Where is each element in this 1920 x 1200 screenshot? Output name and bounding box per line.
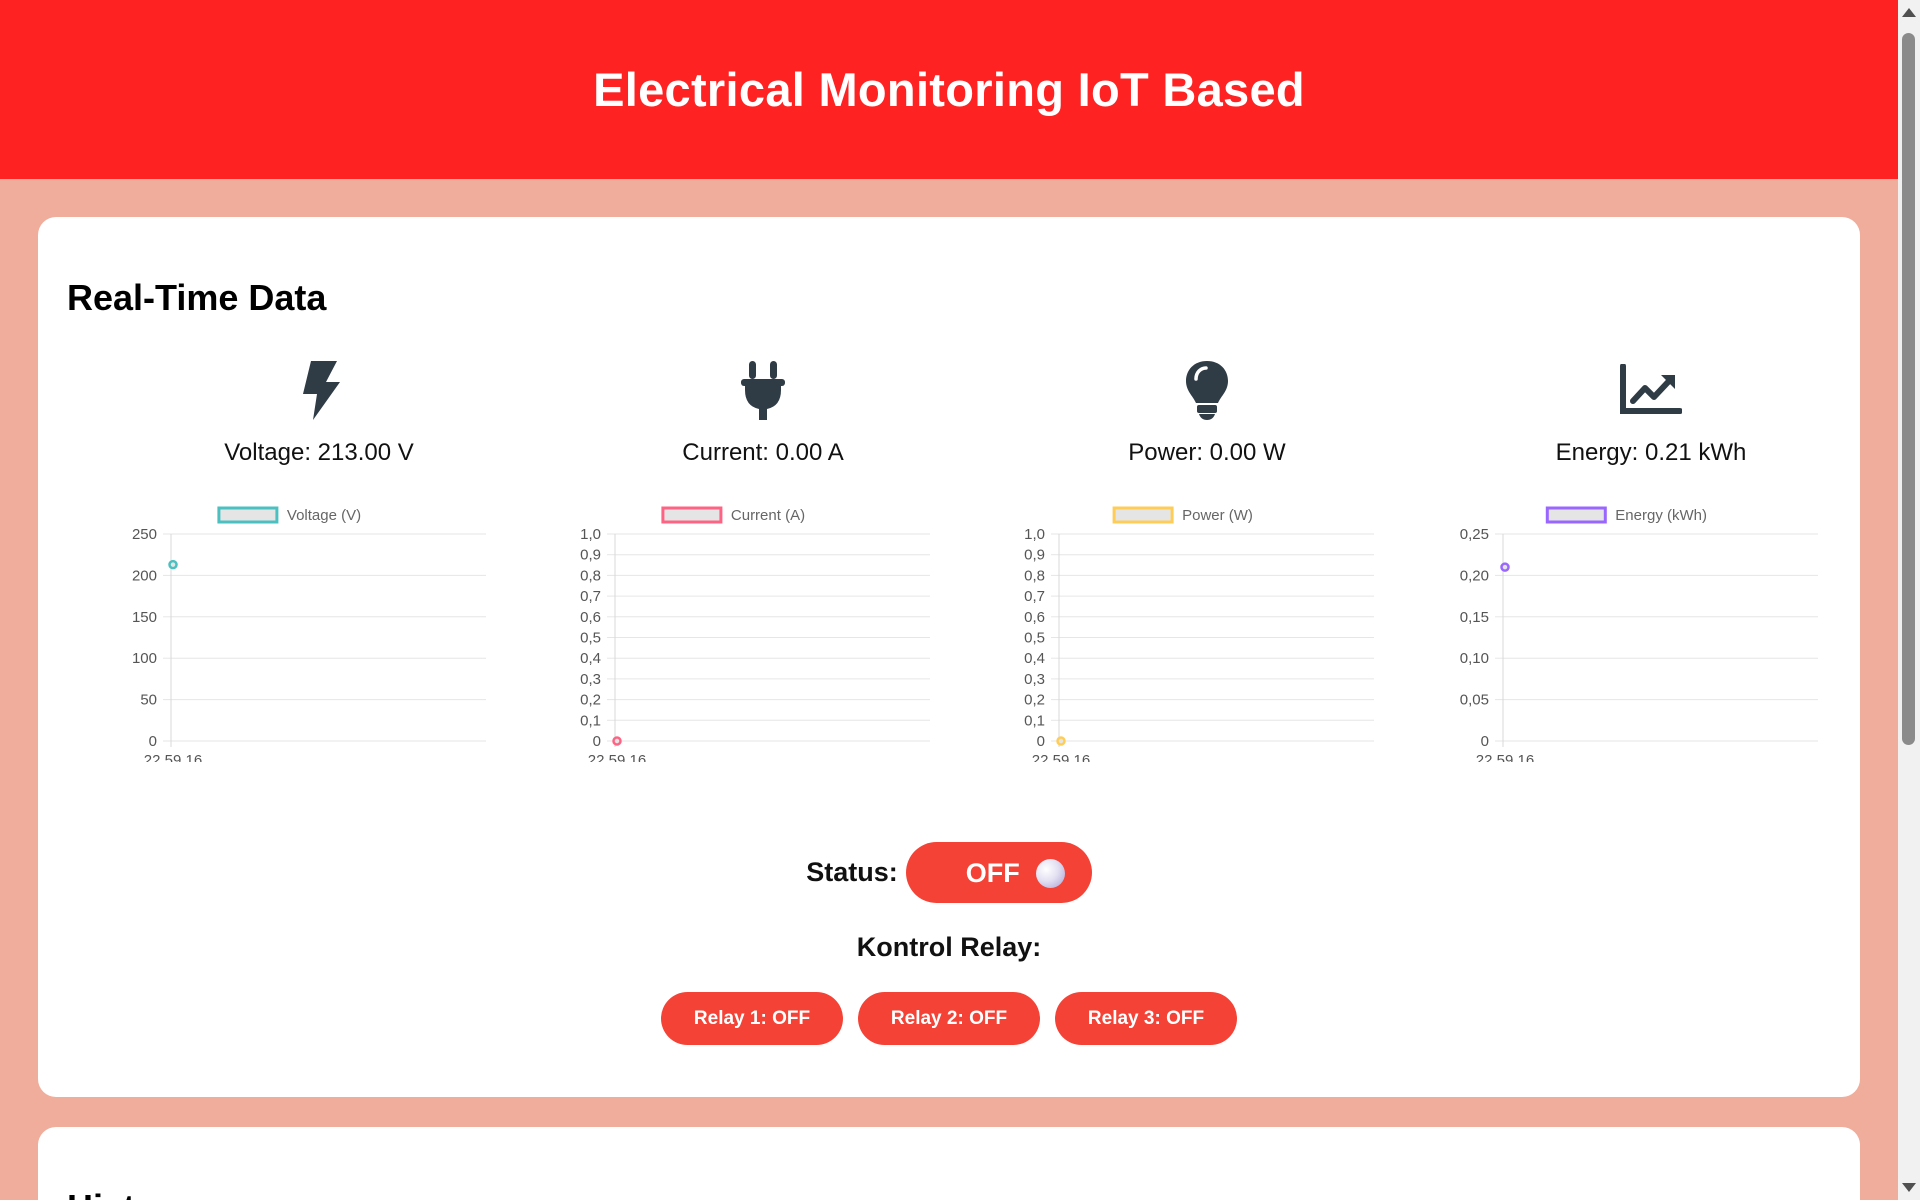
data-point[interactable] bbox=[612, 736, 622, 746]
y-tick-label: 0,5 bbox=[580, 630, 601, 647]
y-tick-label: 0,3 bbox=[580, 671, 601, 688]
app-header: Electrical Monitoring IoT Based bbox=[0, 0, 1898, 179]
legend-label[interactable]: Current (A) bbox=[731, 507, 805, 524]
status-value: OFF bbox=[965, 858, 1020, 888]
y-tick-label: 0,3 bbox=[1024, 671, 1045, 688]
y-tick-label: 0,7 bbox=[580, 588, 601, 605]
relay-buttons: Relay 1: OFF Relay 2: OFF Relay 3: OFF bbox=[38, 992, 1860, 1045]
relay-2-button[interactable]: Relay 2: OFF bbox=[858, 992, 1040, 1045]
y-tick-label: 1,0 bbox=[580, 526, 601, 543]
y-tick-label: 200 bbox=[132, 567, 157, 584]
y-tick-label: 0 bbox=[1481, 733, 1489, 750]
y-tick-label: 0,1 bbox=[1024, 712, 1045, 729]
chart-svg: Power (W) 0 0,1 0,2 0,3 0,4 0,5 0,6 0,7 0,8 0,9 1,0… bbox=[1024, 506, 1374, 769]
relay-title: Kontrol Relay: bbox=[856, 932, 1042, 962]
y-tick-label: 0 bbox=[149, 733, 157, 750]
energy-value: Energy: 0.21 kWh bbox=[1555, 439, 1747, 466]
legend-swatch[interactable] bbox=[661, 506, 723, 524]
legend: Current (A) bbox=[661, 506, 805, 524]
current-metric: Current: 0.00 A bbox=[541, 357, 985, 467]
y-tick-label: 1,0 bbox=[1024, 526, 1045, 543]
y-tick-label: 0,10 bbox=[1460, 650, 1489, 667]
y-tick-label: 100 bbox=[132, 650, 157, 667]
y-tick-label: 150 bbox=[132, 609, 157, 626]
legend-label[interactable]: Power (W) bbox=[1182, 507, 1253, 524]
voltage-metric: Voltage: 213.00 V bbox=[97, 357, 541, 467]
status-row: Status: OFF bbox=[38, 842, 1860, 903]
legend: Power (W) bbox=[1112, 506, 1253, 524]
power-value: Power: 0.00 W bbox=[1128, 439, 1286, 466]
x-tick-label: 22.59.16 bbox=[1032, 752, 1090, 762]
app-title: Electrical Monitoring IoT Based bbox=[593, 63, 1305, 116]
energy-metric: Energy: 0.21 kWh bbox=[1429, 357, 1873, 467]
status-toggle[interactable]: OFF bbox=[905, 842, 1092, 903]
voltage-chart: Voltage (V) 0 50 100 150 200 250 22.59.16 bbox=[68, 502, 488, 769]
y-tick-label: 0,1 bbox=[580, 712, 601, 729]
y-tick-label: 0,25 bbox=[1460, 526, 1489, 543]
y-tick-label: 250 bbox=[132, 526, 157, 543]
page: Electrical Monitoring IoT Based Real-Tim… bbox=[0, 0, 1898, 1200]
legend-label[interactable]: Voltage (V) bbox=[287, 507, 361, 524]
current-value: Current: 0.00 A bbox=[682, 439, 844, 466]
y-tick-label: 0,5 bbox=[1024, 630, 1045, 647]
data-point[interactable] bbox=[168, 559, 178, 570]
plug-icon bbox=[541, 357, 985, 423]
y-tick-label: 0,05 bbox=[1460, 692, 1489, 709]
y-tick-label: 0,2 bbox=[1024, 692, 1045, 709]
legend: Voltage (V) bbox=[217, 506, 361, 524]
y-tick-label: 0 bbox=[593, 733, 601, 750]
current-chart: Current (A) 0 0,1 0,2 0,3 0,4 0,5 0,6 0,7 0,8 0,9 1… bbox=[512, 502, 932, 769]
history-title: Hist bbox=[67, 1187, 135, 1200]
scroll-down-arrow-icon[interactable] bbox=[1902, 1183, 1916, 1192]
realtime-title: Real-Time Data bbox=[67, 277, 327, 318]
y-tick-label: 0,6 bbox=[1024, 609, 1045, 626]
legend-swatch[interactable] bbox=[217, 506, 279, 524]
scroll-thumb[interactable] bbox=[1902, 33, 1915, 745]
y-tick-label: 0,4 bbox=[1024, 650, 1045, 667]
power-chart: Power (W) 0 0,1 0,2 0,3 0,4 0,5 0,6 0,7 0,8 0,9 1,0… bbox=[956, 502, 1376, 769]
energy-chart: Energy (kWh) 0 0,05 0,10 0,15 0,20 0,25 22.59.1… bbox=[1400, 502, 1820, 769]
x-tick-label: 22.59.16 bbox=[588, 752, 646, 762]
legend-swatch[interactable] bbox=[1112, 506, 1174, 524]
status-label: Status: bbox=[806, 857, 898, 887]
relay-3-button[interactable]: Relay 3: OFF bbox=[1055, 992, 1237, 1045]
y-tick-label: 0,20 bbox=[1460, 567, 1489, 584]
y-tick-label: 50 bbox=[140, 692, 157, 709]
relay-1-button[interactable]: Relay 1: OFF bbox=[661, 992, 843, 1045]
legend-swatch[interactable] bbox=[1545, 506, 1607, 524]
history-card: Hist bbox=[38, 1127, 1860, 1200]
y-tick-label: 0,9 bbox=[1024, 547, 1045, 564]
y-tick-label: 0,15 bbox=[1460, 609, 1489, 626]
data-point[interactable] bbox=[1500, 562, 1510, 572]
realtime-card: Real-Time Data Voltage: 213.00 V Current… bbox=[38, 217, 1860, 1097]
x-tick-label: 22.59.16 bbox=[1476, 752, 1534, 762]
y-tick-label: 0,8 bbox=[580, 567, 601, 584]
page-scrollbar[interactable] bbox=[1898, 0, 1920, 1200]
chart-line-icon bbox=[1429, 357, 1873, 423]
chart-svg: Voltage (V) 0 50 100 150 200 250 22.59.16 bbox=[132, 506, 486, 769]
chart-svg: Energy (kWh) 0 0,05 0,10 0,15 0,20 0,25 22.59.1… bbox=[1460, 506, 1818, 769]
chart-svg: Current (A) 0 0,1 0,2 0,3 0,4 0,5 0,6 0,7 0,8 0,9 1… bbox=[580, 506, 930, 769]
toggle-knob bbox=[1035, 859, 1065, 888]
y-tick-label: 0,4 bbox=[580, 650, 601, 667]
lightbulb-icon bbox=[985, 357, 1429, 423]
power-metric: Power: 0.00 W bbox=[985, 357, 1429, 467]
y-tick-label: 0,6 bbox=[580, 609, 601, 626]
y-tick-label: 0 bbox=[1037, 733, 1045, 750]
x-tick-label: 22.59.16 bbox=[144, 752, 202, 762]
voltage-value: Voltage: 213.00 V bbox=[224, 439, 414, 466]
scroll-up-arrow-icon[interactable] bbox=[1902, 8, 1916, 17]
y-tick-label: 0,2 bbox=[580, 692, 601, 709]
data-point[interactable] bbox=[1056, 736, 1066, 746]
y-tick-label: 0,7 bbox=[1024, 588, 1045, 605]
y-tick-label: 0,9 bbox=[580, 547, 601, 564]
legend: Energy (kWh) bbox=[1545, 506, 1707, 524]
bolt-icon bbox=[97, 357, 541, 423]
y-tick-label: 0,8 bbox=[1024, 567, 1045, 584]
legend-label[interactable]: Energy (kWh) bbox=[1615, 507, 1707, 524]
